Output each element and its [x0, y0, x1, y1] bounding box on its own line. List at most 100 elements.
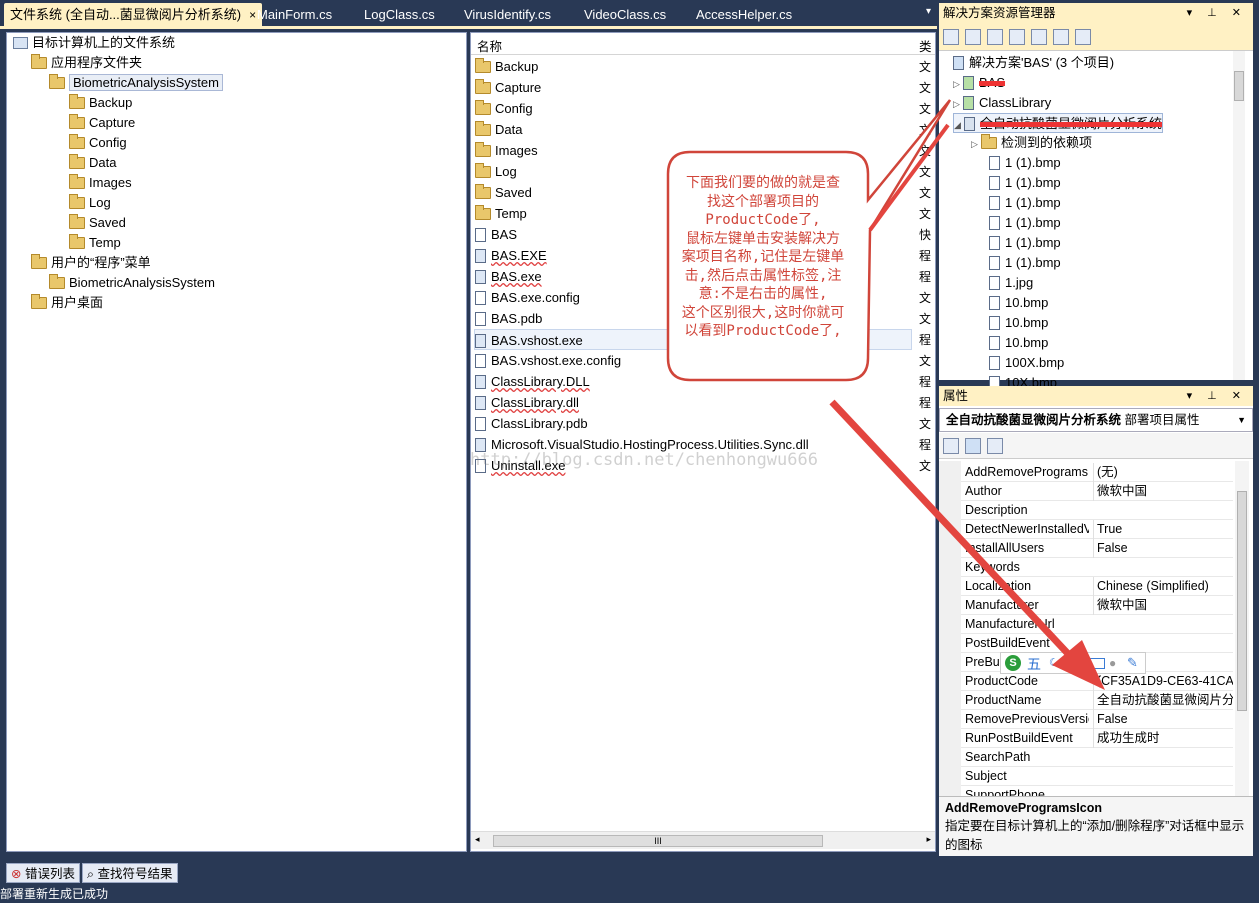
solution-file-item[interactable]: 1 (1).bmp — [989, 213, 1061, 233]
solution-file-item[interactable]: 1.jpg — [989, 273, 1033, 293]
list-item[interactable]: BAS.exe — [475, 266, 542, 287]
project-node-classlibrary[interactable]: ▷ ClassLibrary — [953, 93, 1051, 113]
property-value[interactable]: 全自动抗酸菌显微阅片分析 — [1093, 691, 1233, 710]
property-row[interactable]: Description — [961, 501, 1233, 520]
solution-node[interactable]: 解决方案'BAS' (3 个项目) — [953, 53, 1114, 73]
list-item[interactable]: Backup — [475, 56, 538, 77]
solution-file-item[interactable]: 10.bmp — [989, 333, 1048, 353]
properties-icon[interactable] — [943, 29, 959, 45]
keyboard-icon[interactable] — [1087, 658, 1105, 669]
tree-item[interactable]: Temp — [69, 233, 121, 253]
list-item[interactable]: ClassLibrary.dll — [475, 392, 579, 413]
property-row[interactable]: Manufacturer 微软中国 — [961, 596, 1233, 615]
file-types-icon[interactable] — [1009, 29, 1025, 45]
file-editor-icon[interactable] — [965, 29, 981, 45]
custom-actions-icon[interactable] — [1053, 29, 1069, 45]
scroll-thumb[interactable] — [1237, 491, 1247, 711]
property-row[interactable]: ProductCode {CF35A1D9-CE63-41CA- — [961, 672, 1233, 691]
property-row[interactable]: ManufacturerUrl — [961, 615, 1233, 634]
property-row[interactable]: PostBuildEvent — [961, 634, 1233, 653]
sogou-logo-icon[interactable]: S — [1005, 655, 1021, 671]
column-header-type[interactable]: 类 — [919, 36, 932, 55]
list-item[interactable]: BAS.EXE — [475, 245, 547, 266]
tab-logclass[interactable]: LogClass.cs — [358, 3, 441, 27]
list-item[interactable]: Images — [475, 140, 538, 161]
property-row[interactable]: SupportPhone — [961, 786, 1233, 796]
property-row[interactable]: Author 微软中国 — [961, 482, 1233, 501]
pane-controls[interactable]: ▾ ⊥ ✕ — [1187, 3, 1247, 23]
tree-programs-sub[interactable]: BiometricAnalysisSystem — [49, 273, 215, 293]
tree-bas-folder[interactable]: BiometricAnalysisSystem — [49, 73, 223, 93]
property-row[interactable]: AddRemoveProgramsIcon (无) — [961, 463, 1233, 482]
expand-icon[interactable]: ▷ — [953, 94, 963, 114]
tab-error-list[interactable]: ⊗ 错误列表 — [6, 863, 80, 883]
collapse-icon[interactable]: ◢ — [954, 115, 964, 135]
list-item[interactable]: BAS.pdb — [475, 308, 542, 329]
tab-file-system[interactable]: 文件系统 (全自动...菌显微阅片分析系统) × — [4, 3, 263, 27]
property-pages-icon[interactable] — [987, 438, 1003, 454]
tab-virusidentify[interactable]: VirusIdentify.cs — [458, 3, 557, 27]
tab-mainform[interactable]: MainForm.cs — [251, 3, 338, 27]
column-header-name[interactable]: 名称 — [477, 36, 502, 55]
expand-icon[interactable]: ▷ — [971, 134, 981, 154]
property-row[interactable]: RemovePreviousVersions False — [961, 710, 1233, 729]
vertical-scrollbar[interactable] — [1235, 461, 1249, 796]
scroll-thumb[interactable] — [1234, 71, 1244, 101]
list-item[interactable]: Data — [475, 119, 522, 140]
solution-file-item[interactable]: 1 (1).bmp — [989, 173, 1061, 193]
project-node-bas[interactable]: ▷ BAS — [953, 73, 1005, 93]
property-value[interactable]: True — [1093, 520, 1233, 539]
property-row[interactable]: DetectNewerInstalledVersion True — [961, 520, 1233, 539]
tree-root[interactable]: 目标计算机上的文件系统 — [13, 33, 175, 53]
tab-accesshelper[interactable]: AccessHelper.cs — [690, 3, 798, 27]
tree-item[interactable]: Images — [69, 173, 132, 193]
list-item[interactable]: Temp — [475, 203, 527, 224]
property-row[interactable]: Localization Chinese (Simplified) — [961, 577, 1233, 596]
property-value[interactable]: 成功生成时 — [1093, 729, 1233, 748]
property-row[interactable]: Subject — [961, 767, 1233, 786]
list-item[interactable]: Config — [475, 98, 533, 119]
tab-dropdown-icon[interactable]: ▾ — [926, 6, 931, 17]
alphabetical-icon[interactable] — [965, 438, 981, 454]
dependencies-node[interactable]: ▷ 检测到的依赖项 — [971, 133, 1092, 153]
user-interface-icon[interactable] — [1031, 29, 1047, 45]
property-value[interactable]: False — [1093, 539, 1233, 558]
list-item[interactable]: BAS.exe.config — [475, 287, 580, 308]
list-item[interactable]: BAS.vshost.exe.config — [475, 350, 621, 371]
categorized-icon[interactable] — [943, 438, 959, 454]
moon-icon[interactable]: ☾ — [1049, 656, 1059, 669]
scroll-right-icon[interactable]: ▸ — [926, 834, 931, 845]
solution-file-item[interactable]: 100X.bmp — [989, 353, 1064, 373]
property-value[interactable]: {CF35A1D9-CE63-41CA- — [1093, 672, 1233, 691]
solution-file-item[interactable]: 1 (1).bmp — [989, 193, 1061, 213]
tab-find-symbol-results[interactable]: ⌕ 查找符号结果 — [82, 863, 178, 883]
input-mode-icon[interactable]: 五 — [1027, 654, 1041, 674]
tree-desktop[interactable]: 用户桌面 — [31, 293, 103, 313]
tree-item[interactable]: Saved — [69, 213, 126, 233]
launch-conditions-icon[interactable] — [1075, 29, 1091, 45]
list-item[interactable]: ClassLibrary.pdb — [475, 413, 588, 434]
property-value[interactable]: False — [1093, 710, 1233, 729]
tree-item[interactable]: Capture — [69, 113, 135, 133]
property-value[interactable]: Chinese (Simplified) — [1093, 577, 1233, 596]
registry-editor-icon[interactable] — [987, 29, 1003, 45]
solution-file-item[interactable]: 1 (1).bmp — [989, 153, 1061, 173]
tree-item[interactable]: Log — [69, 193, 111, 213]
property-row[interactable]: ProductName 全自动抗酸菌显微阅片分析 — [961, 691, 1233, 710]
tree-app-folder[interactable]: 应用程序文件夹 — [31, 53, 142, 73]
property-value[interactable]: 微软中国 — [1093, 482, 1233, 501]
wrench-icon[interactable]: ✎ — [1127, 655, 1138, 671]
property-value[interactable]: 微软中国 — [1093, 596, 1233, 615]
horizontal-scrollbar[interactable]: ◂ III ▸ — [471, 831, 935, 849]
list-item[interactable]: BAS — [475, 224, 517, 245]
solution-file-item[interactable]: 1 (1).bmp — [989, 233, 1061, 253]
property-value[interactable]: (无) — [1093, 463, 1233, 482]
property-row[interactable]: InstallAllUsers False — [961, 539, 1233, 558]
vertical-scrollbar[interactable] — [1233, 51, 1245, 380]
tree-item[interactable]: Backup — [69, 93, 132, 113]
solution-file-item[interactable]: 1 (1).bmp — [989, 253, 1061, 273]
list-item[interactable]: Log — [475, 161, 517, 182]
property-row[interactable]: Keywords — [961, 558, 1233, 577]
solution-file-item[interactable]: 10.bmp — [989, 293, 1048, 313]
tree-item[interactable]: Config — [69, 133, 127, 153]
